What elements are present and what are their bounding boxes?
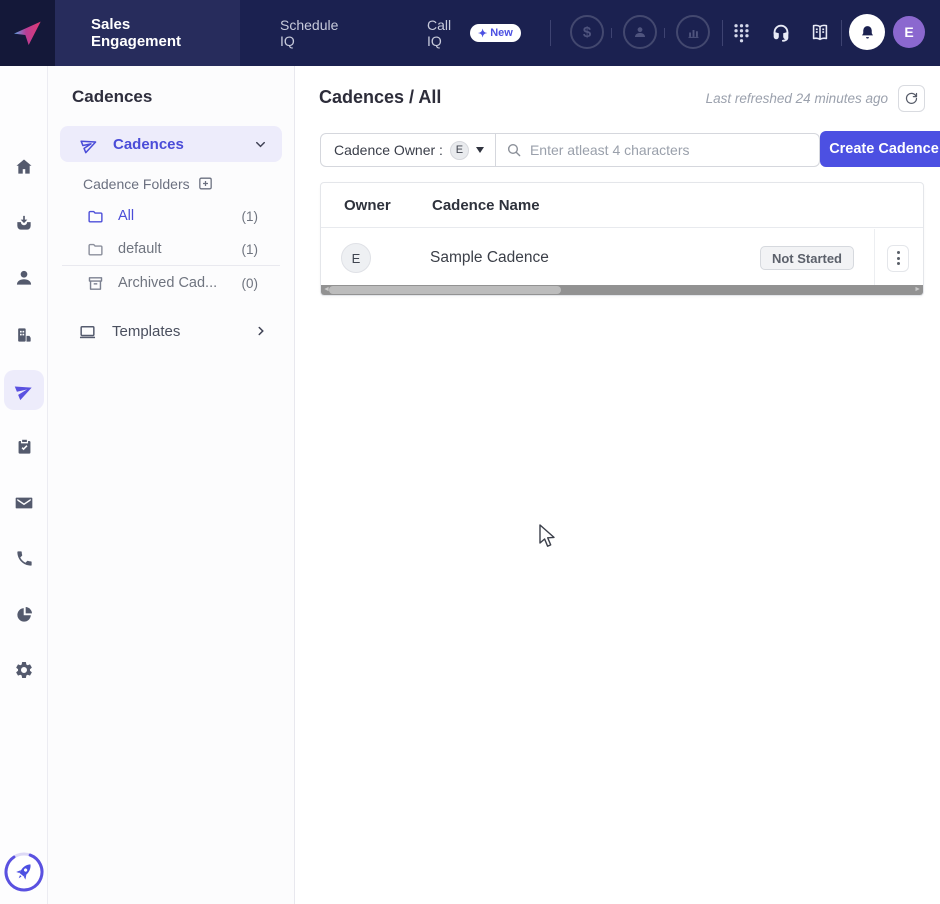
avatar-initial: E	[904, 24, 913, 40]
column-cadence-name: Cadence Name	[432, 197, 540, 214]
row-owner-avatar: E	[341, 243, 371, 273]
row-divider	[874, 229, 875, 287]
rail-tasks-icon[interactable]	[4, 426, 44, 466]
topbar-divider	[841, 20, 842, 46]
folder-label: default	[118, 241, 228, 257]
topbar-mini-divider	[611, 28, 612, 38]
icon-rail: 14 200	[0, 66, 48, 904]
topbar-divider	[550, 20, 551, 46]
folder-item-default[interactable]: default (1)	[60, 233, 282, 265]
folder-count: (0)	[242, 276, 259, 291]
chevron-right-icon	[254, 324, 268, 338]
folder-item-all[interactable]: All (1)	[60, 200, 282, 232]
app-logo[interactable]	[0, 0, 55, 66]
folder-label: All	[118, 208, 228, 224]
sidebar-separator	[62, 265, 280, 266]
templates-label: Templates	[112, 323, 239, 340]
sidebar-item-cadences[interactable]: Cadences	[60, 126, 282, 162]
billing-icon[interactable]: $	[570, 15, 604, 49]
search-input[interactable]	[530, 142, 809, 158]
status-badge: Not Started	[760, 246, 854, 270]
sidebar-heading: Cadences	[72, 87, 152, 107]
chevron-down-icon	[253, 137, 268, 152]
nav-call-iq[interactable]: Call IQ	[427, 0, 463, 66]
last-refreshed-text: Last refreshed 24 minutes ago	[706, 91, 888, 106]
sidebar: Cadences Cadences Cadence Folders All (1…	[48, 66, 295, 904]
paper-plane-logo-icon	[12, 17, 44, 49]
scrollbar-thumb[interactable]	[329, 286, 561, 294]
new-badge-label: New	[490, 27, 513, 39]
owner-filter-avatar: E	[450, 141, 469, 160]
rail-email-icon[interactable]	[4, 483, 44, 523]
analytics-icon[interactable]	[676, 15, 710, 49]
folder-count: (1)	[242, 209, 259, 224]
row-actions-kebab-icon[interactable]	[887, 245, 909, 272]
dollar-glyph: $	[583, 24, 591, 41]
knowledge-base-icon[interactable]	[806, 19, 834, 47]
filter-bar: Cadence Owner : E	[320, 133, 820, 167]
rail-cadences-icon[interactable]	[4, 370, 44, 410]
onboarding-rocket-icon[interactable]	[3, 851, 45, 893]
add-folder-icon[interactable]	[197, 175, 214, 192]
row-cadence-name[interactable]: Sample Cadence	[430, 249, 760, 267]
folder-icon	[87, 208, 104, 225]
user-avatar[interactable]: E	[893, 16, 925, 48]
refresh-icon	[904, 91, 919, 106]
rail-inbox-icon[interactable]	[4, 203, 44, 243]
horizontal-scrollbar[interactable]: ◄ ►	[321, 285, 923, 295]
nav-schedule-iq[interactable]: Schedule IQ	[280, 0, 356, 66]
breadcrumb: Cadences / All	[319, 87, 441, 108]
cadence-folders-label: Cadence Folders	[83, 176, 190, 192]
contacts-icon[interactable]	[623, 15, 657, 49]
table-row[interactable]: E Sample Cadence Not Started	[321, 229, 923, 287]
paper-plane-icon	[80, 135, 99, 154]
table-header: Owner Cadence Name	[321, 183, 923, 228]
rail-people-icon[interactable]	[4, 258, 44, 298]
search-icon	[506, 142, 522, 158]
folder-label: Archived Cad...	[118, 275, 228, 291]
rail-calls-icon[interactable]	[4, 538, 44, 578]
cadences-table: Owner Cadence Name E Sample Cadence Not …	[320, 182, 924, 296]
topbar-mini-divider	[664, 28, 665, 38]
rail-home-icon[interactable]	[4, 147, 44, 187]
new-badge[interactable]: ✦ New	[470, 24, 521, 42]
topbar: Sales Engagement Schedule IQ Call IQ ✦ N…	[0, 0, 940, 66]
folder-count: (1)	[242, 242, 259, 257]
archive-icon	[87, 275, 104, 292]
sidebar-item-templates[interactable]: Templates	[60, 313, 282, 349]
column-owner: Owner	[344, 197, 432, 214]
folder-icon	[87, 241, 104, 258]
cadence-owner-filter[interactable]: Cadence Owner : E	[320, 133, 496, 167]
notifications-bell-icon[interactable]	[849, 14, 885, 50]
caret-down-icon	[476, 147, 484, 153]
dialpad-icon[interactable]	[727, 19, 755, 47]
sidebar-item-label: Cadences	[113, 136, 239, 153]
create-cadence-button[interactable]: Create Cadence	[820, 131, 940, 167]
headset-support-icon[interactable]	[767, 19, 795, 47]
templates-icon	[78, 322, 97, 341]
folder-item-archived[interactable]: Archived Cad... (0)	[60, 267, 282, 299]
owner-filter-label: Cadence Owner :	[334, 142, 443, 158]
app-title: Sales Engagement	[91, 16, 201, 50]
rail-accounts-icon[interactable]	[4, 315, 44, 355]
sparkle-icon: ✦	[478, 27, 487, 40]
app-tab-sales-engagement[interactable]: Sales Engagement	[55, 0, 240, 66]
refresh-button[interactable]	[898, 85, 925, 112]
cadence-search	[496, 133, 820, 167]
main-content: Cadences / All Last refreshed 24 minutes…	[296, 66, 940, 904]
cadence-folders-heading: Cadence Folders	[83, 175, 214, 192]
rail-reports-icon[interactable]	[4, 594, 44, 634]
scroll-right-arrow-icon[interactable]: ►	[914, 286, 921, 293]
rail-settings-gear-icon[interactable]	[4, 650, 44, 690]
topbar-divider	[722, 20, 723, 46]
